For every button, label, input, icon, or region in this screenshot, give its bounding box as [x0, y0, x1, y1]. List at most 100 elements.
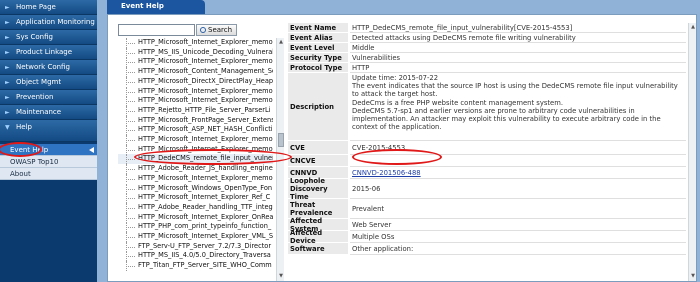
event-list-item[interactable]: HTTP_Adobe_Reader_JS_handling_engine — [118, 164, 273, 174]
event-list-item[interactable]: HTTP_Microsoft_Internet_Explorer_memor — [118, 57, 273, 68]
selected-pointer-icon — [89, 147, 94, 153]
event-list-item[interactable]: HTTP_PHP_com_print_typeinfo_function_ — [118, 222, 273, 232]
detail-label: Description — [288, 73, 348, 141]
detail-value: 2015-06 — [350, 179, 686, 199]
nav-label: Sys Config — [16, 33, 53, 41]
scroll-up-icon[interactable]: ▲ — [690, 24, 696, 31]
sidebar-item-owasp-top10[interactable]: OWASP Top10 — [0, 156, 97, 168]
search-input[interactable] — [118, 24, 195, 36]
arrow-right-icon: ► — [5, 109, 10, 116]
detail-label: Event Alias — [288, 33, 348, 43]
event-list-label: HTTP_PHP_com_print_typeinfo_function_ — [138, 222, 272, 231]
detail-value: CNNVD-201506-488 — [350, 167, 686, 179]
detail-value: Middle — [350, 43, 686, 53]
nav-label: Prevention — [16, 93, 54, 101]
nav-prevention[interactable]: ► Prevention — [0, 90, 97, 105]
detail-label: CVE — [288, 141, 348, 155]
detail-value: Detected attacks using DeDeCMS remote fi… — [350, 33, 686, 43]
event-list-item[interactable]: HTTP_Microsoft_Internet_Explorer_OnRea — [118, 212, 273, 223]
scroll-down-icon[interactable]: ▼ — [278, 273, 284, 280]
tree-connector-icon — [118, 125, 138, 135]
nav-sys-config[interactable]: ► Sys Config — [0, 30, 97, 45]
event-list-label: HTTP_Microsoft_Internet_Explorer_memory — [138, 38, 273, 46]
nav-application-monitoring[interactable]: ► Application Monitoring — [0, 15, 97, 30]
nav-label: Object Mgmt — [16, 78, 62, 86]
sidebar-item-label: About — [10, 170, 31, 178]
event-list-item[interactable]: HTTP_Microsoft_FrontPage_Server_Extens — [118, 115, 273, 126]
tree-connector-icon — [118, 96, 138, 106]
detail-value: Other application: — [350, 243, 686, 255]
scroll-down-icon[interactable]: ▼ — [690, 273, 696, 280]
highlight-circle — [352, 149, 442, 165]
nav-label: Application Monitoring — [16, 18, 95, 26]
nav-object-mgmt[interactable]: ► Object Mgmt — [0, 75, 97, 90]
nav-network-config[interactable]: ► Network Config — [0, 60, 97, 75]
tab-event-help[interactable]: Event Help — [107, 0, 205, 14]
event-list-item[interactable]: HTTP_Microsoft_Internet_Explorer_VML_S — [118, 232, 273, 242]
arrow-right-icon: ► — [5, 79, 10, 86]
event-list-item[interactable]: HTTP_MS_IIS_Unicode_Decoding_Vulnerabi — [118, 47, 273, 58]
tree-connector-icon — [118, 67, 138, 77]
event-list-item[interactable]: HTTP_Microsoft_Windows_OpenType_Fon — [118, 183, 273, 194]
event-list-item[interactable]: FTP_Titan_FTP_Server_SITE_WHO_Comm — [118, 261, 273, 271]
nav-label: Product Linkage — [16, 48, 73, 56]
event-list-label: HTTP_Microsoft_Windows_OpenType_Fon — [138, 183, 273, 192]
event-list-label: HTTP_Microsoft_Internet_Explorer_memor — [138, 135, 273, 143]
tree-connector-icon — [118, 261, 138, 271]
event-list-label: HTTP_MS_IIS_4.0/5.0_Directory_Traversa — [138, 251, 271, 260]
event-list-label: HTTP_Rejetto_HTTP_File_Server_ParserLi — [138, 105, 271, 114]
event-list-item[interactable]: HTTP_Microsoft_Content_Management_Se — [118, 67, 273, 77]
event-list-label: FTP_Titan_FTP_Server_SITE_WHO_Comm — [138, 261, 272, 270]
detail-label: Software — [288, 243, 348, 255]
arrow-right-icon: ► — [5, 94, 10, 101]
event-list-item[interactable]: HTTP_Microsoft_DirectX_DirectPlay_Heap_ — [118, 76, 273, 87]
event-list-item[interactable]: HTTP_Microsoft_Internet_Explorer_memory — [118, 38, 273, 48]
event-details-table: Event Name HTTP_DedeCMS_remote_file_input… — [288, 23, 686, 281]
event-list-item[interactable]: HTTP_Microsoft_Internet_Explorer_memor — [118, 96, 273, 106]
nav-maintenance[interactable]: ► Maintenance — [0, 105, 97, 120]
event-list-item[interactable]: HTTP_Microsoft_Internet_Explorer_memor — [118, 86, 273, 97]
scroll-up-icon[interactable]: ▲ — [278, 39, 284, 46]
tree-connector-icon — [118, 105, 138, 116]
main-area: Event Help Search HTTP_Microsoft_Interne… — [97, 0, 700, 282]
nav-help[interactable]: ▼ Help — [0, 120, 97, 142]
event-list-item[interactable]: HTTP_Microsoft_ASP_NET_HASH_Conflicti — [118, 125, 273, 135]
nav-product-linkage[interactable]: ► Product Linkage — [0, 45, 97, 60]
tree-connector-icon — [118, 241, 138, 252]
content-panel: Search HTTP_Microsoft_Internet_Explorer_… — [107, 14, 697, 282]
tree-connector-icon — [118, 144, 138, 155]
details-scrollbar[interactable]: ▲ ▼ — [688, 23, 696, 281]
highlight-circle — [0, 142, 42, 157]
event-list-item[interactable]: HTTP_Rejetto_HTTP_File_Server_ParserLi — [118, 105, 273, 116]
event-list-item[interactable]: HTTP_Microsoft_Internet_Explorer_memor — [118, 135, 273, 145]
detail-label: CNCVE — [288, 155, 348, 167]
search-button[interactable]: Search — [196, 24, 237, 36]
event-list-label: HTTP_Adobe_Reader_handling_TTF_integ — [138, 202, 273, 211]
sidebar-item-label: OWASP Top10 — [10, 158, 59, 166]
nav-label: Home Page — [16, 3, 56, 11]
nav-home-page[interactable]: ► Home Page — [0, 0, 97, 15]
event-list-item[interactable]: HTTP_Microsoft_Internet_Explorer_memor — [118, 173, 273, 184]
event-list-label: HTTP_Microsoft_Internet_Explorer_VML_S — [138, 232, 273, 240]
event-list-item[interactable]: HTTP_Microsoft_Internet_Explorer_Ref_C — [118, 193, 273, 203]
nav-label: Help — [16, 123, 32, 131]
event-list-item[interactable]: HTTP_MS_IIS_4.0/5.0_Directory_Traversa — [118, 251, 273, 262]
tree-connector-icon — [118, 222, 138, 232]
tree-connector-icon — [118, 212, 138, 223]
tree-connector-icon — [118, 232, 138, 242]
sidebar: ► Home Page ► Application Monitoring ► Sys … — [0, 0, 97, 282]
event-list-label: HTTP_Microsoft_Internet_Explorer_memor — [138, 57, 273, 66]
detail-value: Update time: 2015-07-22 The event indica… — [350, 73, 686, 141]
nav-label: Maintenance — [16, 108, 62, 116]
cnnvd-link[interactable]: CNNVD-201506-488 — [352, 169, 421, 177]
event-list-item[interactable]: HTTP_Adobe_Reader_handling_TTF_integ — [118, 202, 273, 213]
arrow-right-icon: ► — [5, 34, 10, 41]
detail-value: Prevalent — [350, 199, 686, 219]
tree-connector-icon — [118, 86, 138, 97]
detail-label: Affected Device — [288, 229, 348, 245]
tree-connector-icon — [118, 183, 138, 194]
sidebar-item-about[interactable]: About — [0, 168, 97, 180]
scroll-thumb[interactable] — [278, 133, 284, 147]
event-list-item[interactable]: FTP_Serv-U_FTP_Server_7.2/7.3_Director — [118, 241, 273, 252]
event-list-label: HTTP_Microsoft_DirectX_DirectPlay_Heap_ — [138, 76, 273, 85]
